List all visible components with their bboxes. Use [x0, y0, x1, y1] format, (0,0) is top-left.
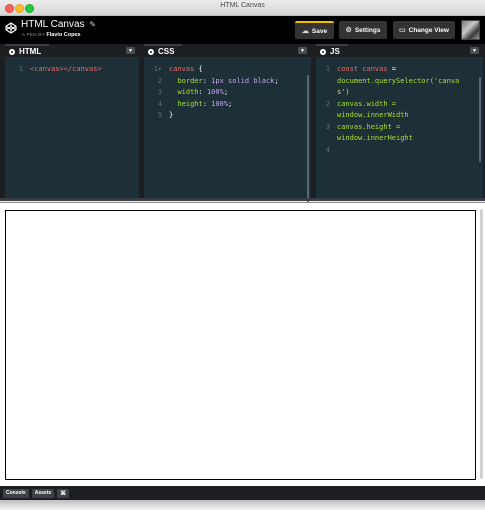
editors-panel: HTML ▼ 1 <canvas></canvas> CSS ▼ 1▾ canv…	[0, 44, 485, 205]
css-value: 1px solid black	[211, 76, 275, 85]
js-operator: =	[387, 65, 397, 73]
edit-pencil-icon[interactable]: ✎	[89, 20, 96, 29]
css-value: 100%	[206, 88, 224, 96]
js-editor-tab[interactable]: JS	[316, 44, 348, 57]
title-bar: HTML Canvas	[0, 0, 485, 16]
js-identifier: canvas	[358, 65, 388, 73]
css-editor-tab[interactable]: CSS	[144, 44, 183, 57]
line-number: 1▾	[153, 65, 162, 73]
js-editor[interactable]: JS ▼ 1 const canvas = document.querySele…	[316, 44, 483, 198]
settings-button[interactable]: ⚙ Settings	[339, 21, 387, 39]
code-line: 4	[316, 145, 479, 157]
code-line: window.innerWidth	[316, 110, 479, 122]
line-number: 1	[18, 65, 23, 73]
code-line: 2 canvas.width =	[316, 99, 479, 111]
editor-resize-handle[interactable]	[0, 198, 485, 201]
fold-toggle-icon[interactable]: ▾	[158, 65, 162, 73]
pen-by-label: A PEN BY	[22, 32, 45, 37]
js-code-area[interactable]: 1 const canvas = document.querySelector(…	[316, 57, 483, 198]
js-editor-header: JS ▼	[316, 44, 483, 57]
code-line: s')	[316, 87, 479, 99]
code-line: 2 border: 1px solid black;	[144, 76, 305, 88]
line-number: 5	[157, 111, 162, 119]
html-editor-tab[interactable]: HTML	[5, 44, 50, 57]
html-editor-header: HTML ▼	[5, 44, 139, 57]
css-selector: canvas	[169, 65, 195, 73]
css-brace: }	[169, 111, 174, 119]
layout-icon: ▭	[399, 27, 406, 34]
css-settings-gear-icon[interactable]	[148, 48, 154, 55]
html-editor-label: HTML	[19, 47, 42, 56]
js-code-text: s')	[337, 88, 350, 96]
result-scrollbar[interactable]	[480, 209, 483, 479]
save-button-label: Save	[311, 27, 328, 35]
css-code-area[interactable]: 1▾ canvas { 2 border: 1px solid black; 3…	[144, 57, 311, 205]
code-line: 3 width: 100%;	[144, 87, 305, 99]
author-link[interactable]: Flavio Copes	[46, 32, 80, 38]
css-property: border	[177, 76, 203, 85]
js-keyword: const	[337, 65, 359, 73]
pen-attribution: A PEN BY Flavio Copes	[22, 32, 81, 38]
css-scrollbar[interactable]	[307, 75, 309, 205]
code-line: 3 canvas.height =	[316, 122, 479, 134]
code-line: 4 height: 100%;	[144, 99, 305, 111]
code-line: document.querySelector('canva	[316, 76, 479, 88]
window-bottom-edge	[0, 500, 485, 510]
result-preview[interactable]	[0, 202, 485, 487]
keyboard-shortcuts-button[interactable]: ⌘	[57, 488, 70, 498]
js-code-text: canvas.width =	[337, 99, 397, 108]
html-settings-gear-icon[interactable]	[9, 48, 15, 55]
console-button[interactable]: Console	[3, 488, 29, 498]
css-editor[interactable]: CSS ▼ 1▾ canvas { 2 border: 1px solid bl…	[144, 44, 311, 205]
code-line: 5 }	[144, 110, 305, 122]
save-button[interactable]: ☁ Save	[295, 21, 334, 39]
js-editor-label: JS	[330, 47, 340, 56]
css-editor-label: CSS	[158, 47, 175, 56]
pen-title[interactable]: HTML Canvas ✎	[21, 19, 96, 30]
window-title: HTML Canvas	[220, 2, 265, 9]
codepen-header: HTML Canvas ✎ A PEN BY Flavio Copes ☁ Sa…	[0, 16, 485, 44]
html-editor-chevron-down-icon[interactable]: ▼	[126, 47, 135, 54]
line-number: 3	[157, 88, 162, 96]
code-text: <canvas></canvas>	[30, 65, 102, 73]
rendered-canvas[interactable]	[5, 210, 476, 480]
js-editor-chevron-down-icon[interactable]: ▼	[470, 47, 479, 54]
line-number: 2	[157, 76, 162, 85]
code-line: window.innerHeight	[316, 133, 479, 145]
code-line: 1 <canvas></canvas>	[5, 64, 133, 76]
settings-button-label: Settings	[354, 26, 381, 34]
cloud-icon: ☁	[301, 28, 309, 35]
change-view-button[interactable]: ▭ Change View	[393, 21, 455, 39]
browser-window: HTML Canvas HTML Canvas ✎ A PEN BY Flavi…	[0, 0, 485, 510]
user-avatar[interactable]	[461, 20, 480, 40]
footer-bar: Console Assets ⌘	[0, 486, 485, 500]
css-property: width	[177, 88, 199, 96]
html-code-area[interactable]: 1 <canvas></canvas>	[5, 57, 139, 198]
js-code-text: canvas.height =	[337, 122, 401, 131]
line-number: 2	[325, 99, 330, 108]
css-value: 100%	[211, 99, 229, 108]
css-editor-chevron-down-icon[interactable]: ▼	[298, 47, 307, 54]
assets-button[interactable]: Assets	[31, 488, 55, 498]
line-number: 4	[325, 145, 330, 154]
line-number: 4	[157, 99, 162, 108]
gear-icon: ⚙	[345, 27, 352, 34]
line-number: 1	[325, 65, 330, 73]
line-number: 3	[325, 122, 330, 131]
change-view-button-label: Change View	[408, 26, 449, 34]
code-line: 1▾ canvas {	[144, 64, 305, 76]
js-code-text: window.innerHeight	[337, 134, 413, 142]
js-scrollbar[interactable]	[479, 77, 481, 162]
js-code-text: window.innerWidth	[337, 111, 409, 119]
css-editor-header: CSS ▼	[144, 44, 311, 57]
css-brace: {	[194, 65, 203, 73]
css-property: height	[177, 99, 203, 108]
codepen-logo-icon[interactable]	[5, 22, 17, 34]
code-line: 1 const canvas =	[316, 64, 479, 76]
html-editor[interactable]: HTML ▼ 1 <canvas></canvas>	[5, 44, 139, 198]
pen-title-text: HTML Canvas	[21, 19, 85, 30]
js-settings-gear-icon[interactable]	[320, 48, 326, 55]
js-code-text: document.querySelector('canva	[337, 76, 460, 85]
